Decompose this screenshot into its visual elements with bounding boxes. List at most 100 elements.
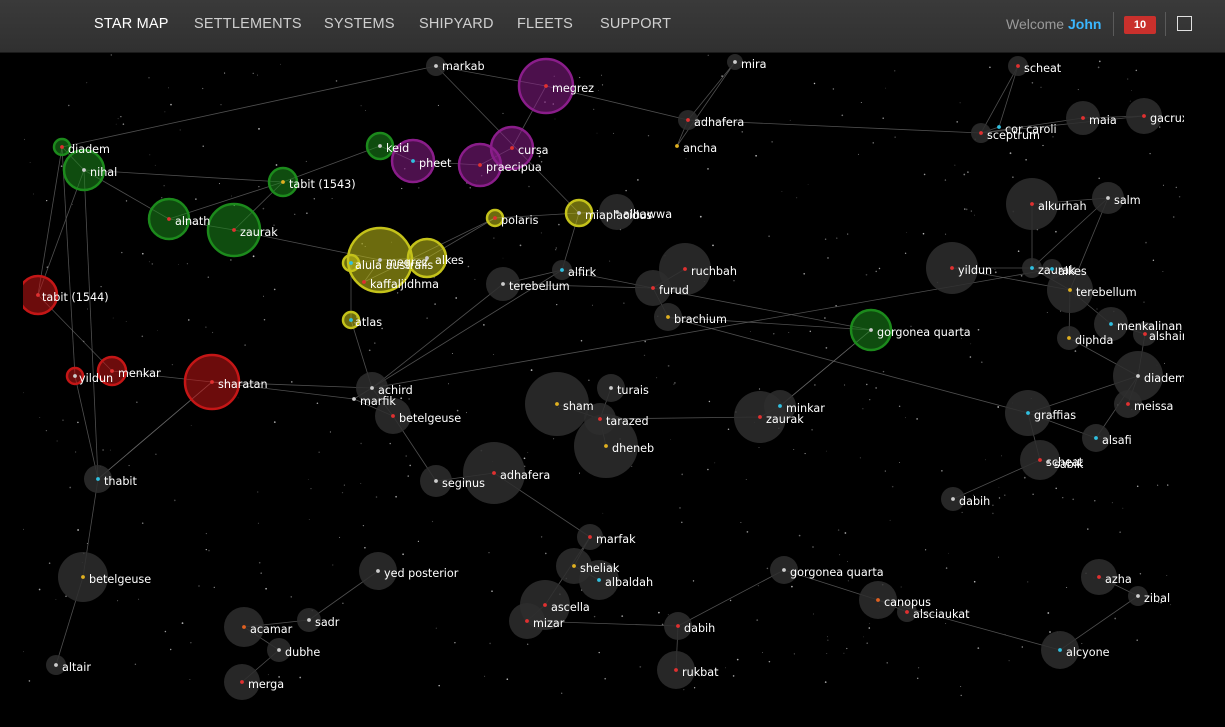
star-label[interactable]: adhafera [500,469,550,482]
star-dot[interactable] [110,369,114,373]
star-dot[interactable] [60,145,64,149]
star-label[interactable]: alhawwa [623,208,672,221]
star-label[interactable]: terebellum [1076,286,1137,299]
star-label[interactable]: mira [741,58,766,71]
star-dot[interactable] [434,64,438,68]
star-dot[interactable] [1058,648,1062,652]
star-system[interactable]: adhafera [492,469,550,482]
star-system[interactable]: ancha [675,142,717,155]
star-system[interactable]: tabit (1544) [36,291,109,304]
star-label[interactable]: yildun [79,372,113,385]
star-dot[interactable] [560,268,564,272]
star-dot[interactable] [1068,288,1072,292]
star-system[interactable]: adhafera [686,116,744,129]
star-label[interactable]: dheneb [612,442,654,455]
star-system[interactable]: marfak [588,533,636,546]
star-dot[interactable] [210,380,214,384]
star-label[interactable]: merga [248,678,284,691]
star-label[interactable]: meissa [1134,400,1173,413]
star-system[interactable]: ascella [543,601,590,614]
star-system[interactable]: praecipua [478,161,542,174]
star-dot[interactable] [675,144,679,148]
star-system[interactable]: diadem [60,143,110,156]
star-label[interactable]: maia [1089,114,1117,127]
star-dot[interactable] [597,578,601,582]
star-label[interactable]: markab [442,60,485,73]
star-dot[interactable] [525,619,529,623]
star-system[interactable]: acamar [242,623,293,636]
star-label[interactable]: graffias [1034,409,1076,422]
star-system[interactable]: diadem [1136,372,1184,385]
star-label[interactable]: dabih [684,622,715,635]
star-label[interactable]: alkurhah [1038,200,1087,213]
star-dot[interactable] [478,163,482,167]
star-dot[interactable] [73,374,77,378]
star-dot[interactable] [572,564,576,568]
star-dot[interactable] [1126,402,1130,406]
star-dot[interactable] [1081,116,1085,120]
star-label[interactable]: alnath [175,215,210,228]
star-dot[interactable] [167,217,171,221]
nav-star-map[interactable]: STAR MAP [94,16,169,32]
star-label[interactable]: alshain [1149,330,1184,343]
star-dot[interactable] [376,569,380,573]
star-system[interactable]: graffias [1026,409,1076,422]
star-dot[interactable] [370,386,374,390]
star-map[interactable]: markab megrez mira adhafera ancha scheat maia g… [23,54,1184,703]
star-label[interactable]: sabik [1054,458,1084,471]
user-name[interactable]: John [1068,16,1101,32]
star-label[interactable]: alsciaukat [913,608,970,621]
star-label[interactable]: tarazed [606,415,649,428]
star-label[interactable]: adhafera [694,116,744,129]
star-label[interactable]: megrez [386,256,428,269]
star-dot[interactable] [281,180,285,184]
star-system[interactable]: sharatan [210,378,268,391]
star-label[interactable]: brachium [674,313,727,326]
star-label[interactable]: diadem [1144,372,1184,385]
star-system[interactable]: meissa [1126,400,1173,413]
star-system[interactable]: betelgeuse [81,573,151,586]
nav-shipyard[interactable]: SHIPYARD [419,16,494,32]
star-label[interactable]: alkes [1058,265,1087,278]
star-dot[interactable] [979,131,983,135]
star-label[interactable]: diadem [68,143,110,156]
star-label[interactable]: gorgonea quarta [877,326,971,339]
star-dot[interactable] [951,497,955,501]
star-system[interactable]: sceptrum [979,129,1040,142]
star-dot[interactable] [674,668,678,672]
star-dot[interactable] [1109,322,1113,326]
star-dot[interactable] [349,261,353,265]
star-dot[interactable] [82,168,86,172]
star-dot[interactable] [492,471,496,475]
star-system[interactable]: alcyone [1058,646,1110,659]
star-label[interactable]: yildun [958,264,992,277]
star-dot[interactable] [1136,594,1140,598]
star-label[interactable]: sharatan [218,378,268,391]
star-system[interactable]: tabit (1543) [281,178,356,191]
star-label[interactable]: acamar [250,623,293,636]
star-label[interactable]: seginus [442,477,485,490]
star-dot[interactable] [1016,64,1020,68]
star-dot[interactable] [501,282,505,286]
star-label[interactable]: sceptrum [987,129,1040,142]
star-label[interactable]: dabih [959,495,990,508]
star-system[interactable]: atlas [349,316,382,329]
star-dot[interactable] [307,618,311,622]
star-system[interactable]: alhawwa [615,208,672,221]
star-label[interactable]: salm [1114,194,1141,207]
star-label[interactable]: betelgeuse [89,573,151,586]
star-dot[interactable] [543,603,547,607]
star-dot[interactable] [1046,460,1050,464]
star-system[interactable]: kaffaljidhma [362,278,439,291]
star-dot[interactable] [676,624,680,628]
star-dot[interactable] [950,266,954,270]
star-dot[interactable] [352,397,356,401]
star-dot[interactable] [362,280,366,284]
star-system[interactable]: yildun [73,372,113,385]
star-dot[interactable] [869,328,873,332]
star-system[interactable]: alkurhah [1030,200,1087,213]
star-label[interactable]: alkes [435,254,464,267]
star-system[interactable]: terebellum [501,280,570,293]
star-dot[interactable] [425,256,429,260]
star-map-canvas[interactable]: markab megrez mira adhafera ancha scheat maia g… [23,54,1184,703]
